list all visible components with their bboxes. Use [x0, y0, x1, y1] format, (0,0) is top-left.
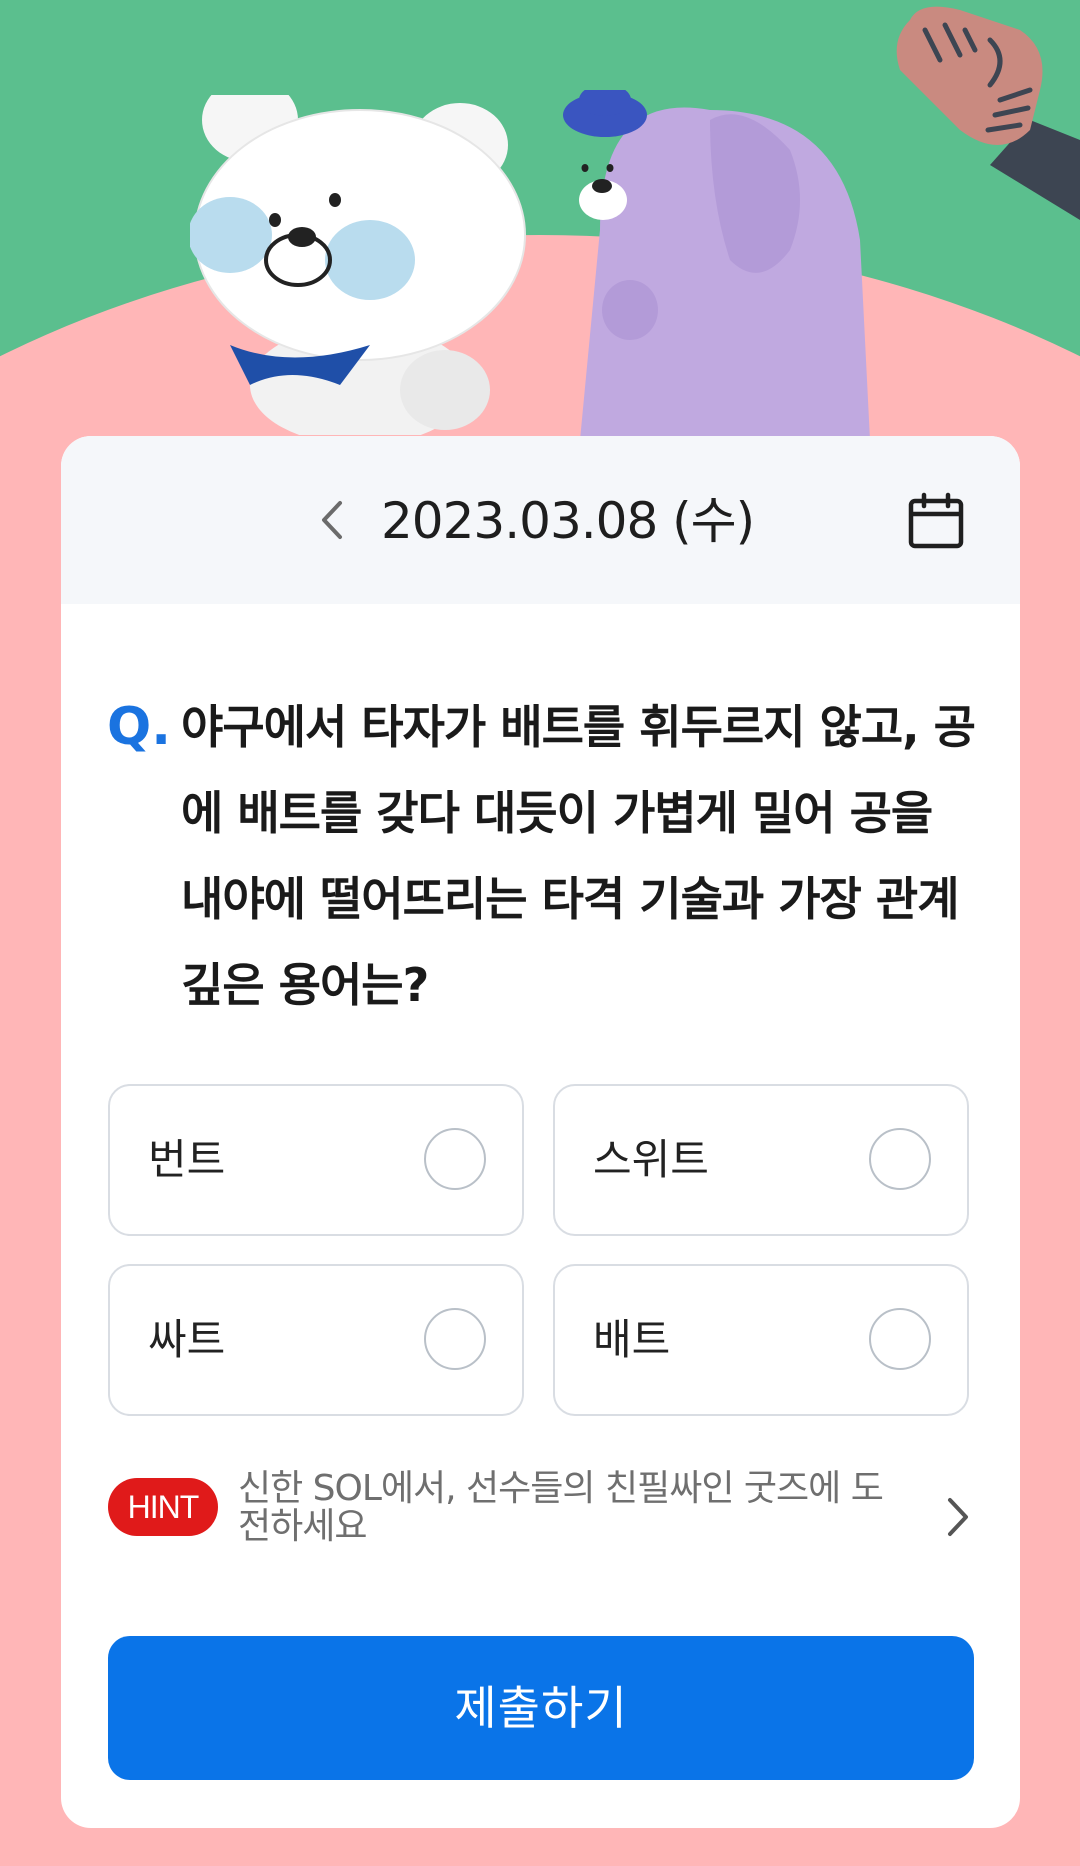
radio-button[interactable] [424, 1308, 486, 1370]
glove-illustration [896, 6, 1080, 220]
option-2[interactable]: 스위트 [553, 1084, 969, 1236]
option-4[interactable]: 배트 [553, 1264, 969, 1416]
hint-text: 신한 SOL에서, 선수들의 친필싸인 굿즈에 도전하세요 [238, 1468, 884, 1547]
radio-button[interactable] [424, 1128, 486, 1190]
radio-button[interactable] [869, 1128, 931, 1190]
answer-options: 번트 스위트 싸트 배트 [108, 1084, 974, 1422]
question-text: 야구에서 타자가 배트를 휘두르지 않고, 공에 배트를 갖다 대듯이 가볍게 … [181, 700, 976, 1012]
calendar-icon [908, 492, 964, 549]
previous-date-button[interactable] [301, 488, 361, 552]
option-label: 번트 [148, 1135, 226, 1184]
current-date: 2023.03.08 (수) [381, 492, 755, 550]
date-header: 2023.03.08 (수) [61, 436, 1020, 604]
quiz-card: 2023.03.08 (수) Q. 야구에서 타자가 배트를 휘두르지 않고, … [61, 436, 1020, 1828]
option-1[interactable]: 번트 [108, 1084, 524, 1236]
question-mark-label: Q. [107, 697, 171, 757]
option-label: 싸트 [148, 1315, 226, 1364]
chevron-left-icon [322, 501, 342, 539]
hint-link[interactable]: HINT 신한 SOL에서, 선수들의 친필싸인 굿즈에 도전하세요 [108, 1468, 974, 1558]
option-label: 스위트 [593, 1135, 709, 1184]
radio-button[interactable] [869, 1308, 931, 1370]
option-3[interactable]: 싸트 [108, 1264, 524, 1416]
hint-badge: HINT [108, 1478, 218, 1536]
submit-button[interactable]: 제출하기 [108, 1636, 974, 1780]
white-bear-character [190, 95, 526, 435]
option-label: 배트 [593, 1315, 671, 1364]
calendar-button[interactable] [903, 488, 969, 554]
chevron-right-icon [948, 1498, 968, 1536]
purple-character [563, 90, 870, 440]
